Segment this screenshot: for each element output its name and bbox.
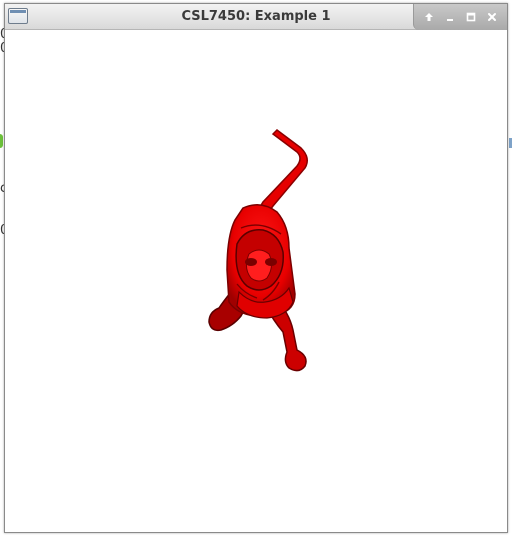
title-bar[interactable]: CSL7450: Example 1 xyxy=(5,4,507,30)
render-canvas[interactable] xyxy=(5,30,507,532)
cat-left-eye xyxy=(245,258,257,266)
close-icon[interactable] xyxy=(483,8,501,26)
cat-right-eye xyxy=(265,258,277,266)
background-green-indicator xyxy=(0,134,3,148)
window-controls xyxy=(413,4,507,30)
cat-tail xyxy=(255,129,308,215)
app-window: CSL7450: Example 1 xyxy=(4,3,508,533)
cat-model-render xyxy=(208,129,308,372)
shade-arrow-up-icon[interactable] xyxy=(420,8,438,26)
minimize-icon[interactable] xyxy=(441,8,459,26)
maximize-icon[interactable] xyxy=(462,8,480,26)
